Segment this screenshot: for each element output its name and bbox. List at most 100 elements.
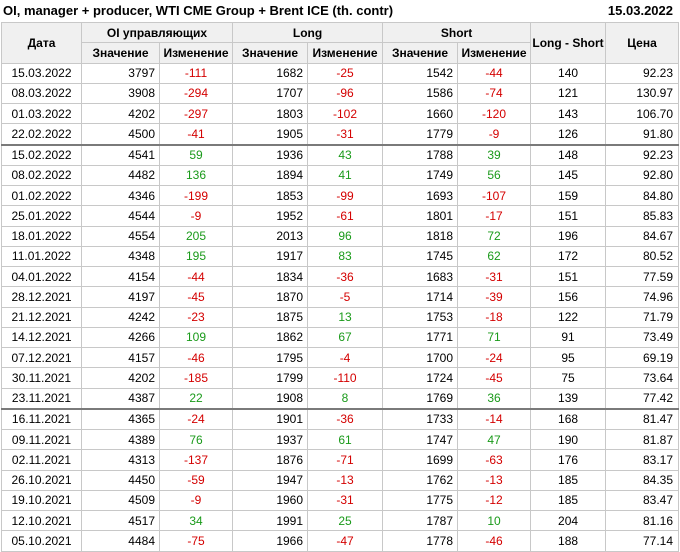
short-change-cell: -12 [457, 489, 532, 512]
long-short-cell: 151 [530, 265, 607, 288]
oi-value-cell: 4202 [81, 102, 160, 125]
long-value-cell: 2013 [232, 225, 309, 247]
price-cell: 130.97 [605, 82, 680, 105]
short-value-cell: 1779 [382, 123, 459, 146]
long-short-cell: 143 [530, 102, 607, 125]
date-cell: 18.01.2022 [1, 225, 82, 247]
short-value-cell: 1542 [382, 62, 459, 84]
short-value-cell: 1769 [382, 387, 459, 410]
table-row: 04.01.2022 4154 -44 1834 -36 1683 -31 151 77.59 [1, 265, 680, 288]
col-oi-group-header: OI управляющих [80, 21, 234, 44]
report-date: 15.03.2022 [607, 3, 673, 18]
oi-value-cell: 4365 [81, 408, 160, 430]
short-value-cell: 1749 [382, 164, 459, 187]
short-change-cell: 36 [457, 387, 532, 410]
long-value-cell: 1876 [232, 449, 309, 471]
col-short-change-header: Изменение [457, 42, 532, 64]
date-cell: 25.01.2022 [1, 205, 82, 227]
oi-table: Дата OI управляющих Long Short Long - Sh… [1, 21, 680, 552]
short-value-cell: 1586 [382, 82, 459, 105]
short-value-cell: 1699 [382, 449, 459, 471]
col-long-value-header: Значение [232, 42, 309, 64]
col-date-header: Дата [1, 22, 82, 64]
long-change-cell: -110 [307, 367, 384, 389]
date-cell: 08.03.2022 [1, 82, 82, 105]
long-short-cell: 126 [530, 123, 607, 146]
short-value-cell: 1753 [382, 306, 459, 328]
price-cell: 84.67 [605, 225, 680, 247]
long-change-cell: -31 [307, 123, 384, 146]
col-oi-change-header: Изменение [158, 42, 234, 64]
short-change-cell: -13 [457, 469, 532, 491]
col-long-change-header: Изменение [307, 42, 384, 64]
col-oi-value-header: Значение [81, 42, 160, 64]
long-change-cell: 43 [307, 144, 384, 166]
short-change-cell: 39 [457, 144, 532, 166]
price-cell: 83.17 [605, 449, 680, 471]
long-change-cell: 13 [307, 306, 384, 328]
oi-value-cell: 4517 [81, 509, 160, 532]
price-cell: 84.35 [605, 469, 680, 491]
long-change-cell: -36 [307, 265, 384, 288]
short-value-cell: 1693 [382, 184, 459, 207]
oi-value-cell: 4242 [81, 306, 160, 328]
price-cell: 92.23 [605, 144, 680, 166]
oi-value-cell: 4157 [81, 346, 160, 369]
date-cell: 01.02.2022 [1, 184, 82, 207]
long-short-cell: 75 [530, 367, 607, 389]
long-short-cell: 95 [530, 346, 607, 369]
oi-change-cell: 109 [158, 326, 234, 349]
date-cell: 07.12.2021 [1, 346, 82, 369]
long-value-cell: 1853 [232, 184, 309, 207]
short-value-cell: 1724 [382, 367, 459, 389]
oi-change-cell: -199 [158, 184, 234, 207]
oi-value-cell: 4346 [81, 184, 160, 207]
short-change-cell: -14 [457, 408, 532, 430]
long-value-cell: 1952 [232, 205, 309, 227]
oi-change-cell: -45 [158, 286, 234, 308]
price-cell: 91.80 [605, 123, 680, 146]
oi-value-cell: 4154 [81, 265, 160, 288]
oi-value-cell: 4500 [81, 123, 160, 146]
short-change-cell: -17 [457, 205, 532, 227]
price-cell: 73.64 [605, 367, 680, 389]
long-value-cell: 1960 [232, 489, 309, 512]
oi-value-cell: 4197 [81, 286, 160, 308]
table-row: 23.11.2021 4387 22 1908 8 1769 36 139 77.42 [1, 387, 680, 410]
long-short-cell: 185 [530, 489, 607, 512]
date-cell: 01.03.2022 [1, 102, 82, 125]
long-change-cell: -102 [307, 102, 384, 125]
short-value-cell: 1660 [382, 102, 459, 125]
short-value-cell: 1747 [382, 428, 459, 451]
long-value-cell: 1799 [232, 367, 309, 389]
oi-change-cell: -46 [158, 346, 234, 369]
short-value-cell: 1762 [382, 469, 459, 491]
short-change-cell: -120 [457, 102, 532, 125]
long-change-cell: -36 [307, 408, 384, 430]
oi-value-cell: 4389 [81, 428, 160, 451]
long-value-cell: 1905 [232, 123, 309, 146]
price-cell: 106.70 [605, 102, 680, 125]
oi-value-cell: 4266 [81, 326, 160, 349]
table-row: 08.03.2022 3908 -294 1707 -96 1586 -74 121 130.9… [1, 82, 680, 105]
table-row: 16.11.2021 4365 -24 1901 -36 1733 -14 168 81.47 [1, 408, 680, 430]
col-short-group-header: Short [382, 21, 532, 44]
date-cell: 11.01.2022 [1, 245, 82, 268]
long-change-cell: -99 [307, 184, 384, 207]
long-change-cell: 61 [307, 428, 384, 451]
short-value-cell: 1733 [382, 408, 459, 430]
short-change-cell: -31 [457, 265, 532, 288]
short-change-cell: -18 [457, 306, 532, 328]
date-cell: 02.11.2021 [1, 449, 82, 471]
price-cell: 92.23 [605, 62, 680, 84]
oi-change-cell: -41 [158, 123, 234, 146]
short-change-cell: 72 [457, 225, 532, 247]
oi-change-cell: 136 [158, 164, 234, 187]
oi-change-cell: -9 [158, 489, 234, 512]
long-short-cell: 156 [530, 286, 607, 308]
short-value-cell: 1700 [382, 346, 459, 369]
date-cell: 21.12.2021 [1, 306, 82, 328]
long-short-cell: 190 [530, 428, 607, 451]
long-change-cell: 41 [307, 164, 384, 187]
oi-value-cell: 4313 [81, 449, 160, 471]
